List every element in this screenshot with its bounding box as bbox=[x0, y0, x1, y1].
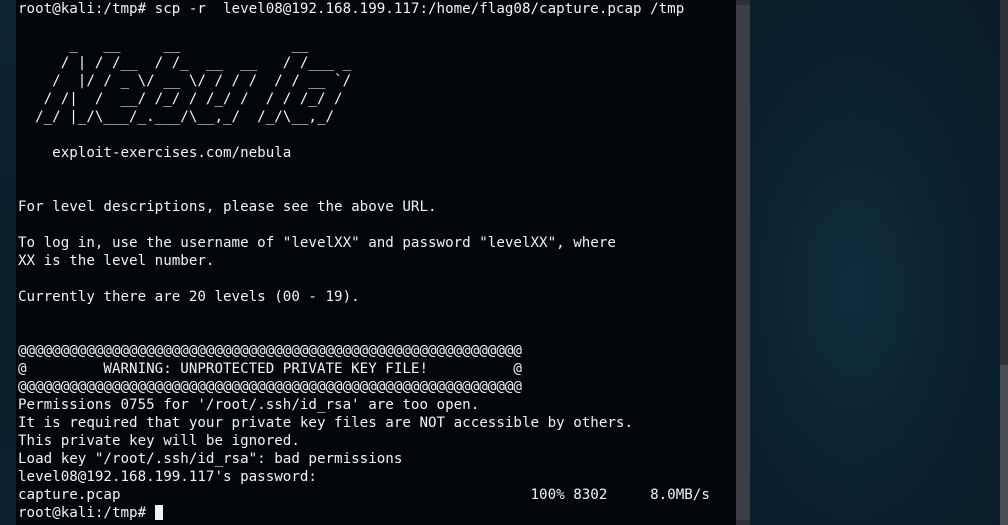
ssh-output-line: It is required that your private key fil… bbox=[18, 415, 633, 431]
motd-line: Currently there are 20 levels (00 - 19). bbox=[18, 289, 360, 305]
scrollbar-thumb[interactable] bbox=[736, 5, 750, 520]
motd-line: For level descriptions, please see the a… bbox=[18, 199, 437, 215]
ssh-output-line: Permissions 0755 for '/root/.ssh/id_rsa'… bbox=[18, 397, 480, 413]
terminal-line-command: root@kali:/tmp# scp -r level08@192.168.1… bbox=[18, 1, 685, 17]
warning-message-line: @ WARNING: UNPROTECTED PRIVATE KEY FILE!… bbox=[18, 361, 522, 377]
desktop-scroll-indicator[interactable] bbox=[1000, 365, 1008, 525]
transfer-progress-line: capture.pcap 100% 8302 8.0MB/s 00:00 bbox=[18, 487, 736, 503]
shell-prompt-line[interactable]: root@kali:/tmp# bbox=[18, 504, 736, 522]
ascii-banner-line: /_/ |_/\___/_.___/\__,_/ /_/\__,_/ bbox=[18, 109, 335, 125]
motd-line: To log in, use the username of "levelXX"… bbox=[18, 235, 616, 251]
terminal-output: root@kali:/tmp# scp -r level08@192.168.1… bbox=[16, 0, 736, 522]
ascii-banner-line: _ __ __ __ bbox=[18, 37, 309, 53]
warning-border-line: @@@@@@@@@@@@@@@@@@@@@@@@@@@@@@@@@@@@@@@@… bbox=[18, 379, 522, 395]
terminal-cursor bbox=[155, 505, 164, 520]
password-prompt-line: level08@192.168.199.117's password: bbox=[18, 469, 317, 485]
desktop-background-right bbox=[750, 0, 1008, 525]
ssh-output-line: Load key "/root/.ssh/id_rsa": bad permis… bbox=[18, 451, 403, 467]
ascii-banner-line: / | / /__ / /_ __ __ / /___ _ bbox=[18, 55, 352, 71]
desktop-edge-panel bbox=[1000, 0, 1008, 365]
terminal-window[interactable]: root@kali:/tmp# scp -r level08@192.168.1… bbox=[16, 0, 736, 525]
motd-line: XX is the level number. bbox=[18, 253, 215, 269]
shell-prompt: root@kali:/tmp# bbox=[18, 505, 147, 521]
ssh-output-line: This private key will be ignored. bbox=[18, 433, 300, 449]
banner-url-line: exploit-exercises.com/nebula bbox=[18, 145, 292, 161]
warning-border-line: @@@@@@@@@@@@@@@@@@@@@@@@@@@@@@@@@@@@@@@@… bbox=[18, 343, 522, 359]
ascii-banner-line: / /| / __/ /_/ / /_/ / / / /_/ / bbox=[18, 91, 343, 107]
terminal-scrollbar[interactable] bbox=[736, 0, 750, 525]
ascii-banner-line: / |/ / _ \/ __ \/ / / / / / __ `/ bbox=[18, 73, 352, 89]
